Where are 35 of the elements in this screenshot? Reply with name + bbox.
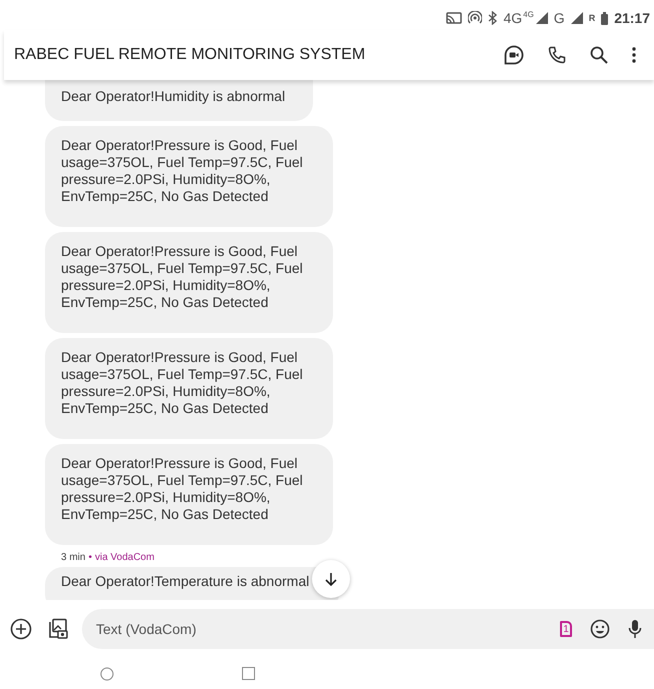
microphone-icon[interactable] [628, 619, 642, 639]
cast-icon [446, 12, 462, 24]
arrow-down-icon [324, 572, 338, 586]
message-bubble: Dear Operator!Pressure is Good, Fuel usage=375OL, Fuel Temp=97.5C, Fuel pressure=2.0PSi, Humidity=8O%, EnvTemp=25C, No Gas Detected [45, 126, 333, 227]
hotspot-icon [468, 11, 482, 25]
bluetooth-icon [488, 11, 498, 25]
emoji-icon[interactable] [590, 619, 610, 639]
scroll-down-button[interactable] [312, 560, 350, 598]
recents-icon[interactable] [242, 667, 255, 680]
signal-icon [570, 12, 583, 24]
video-call-icon[interactable] [504, 45, 524, 65]
add-icon[interactable] [10, 618, 32, 640]
sim-badge[interactable]: 1 [560, 621, 572, 637]
message-time: 3 min [61, 552, 86, 563]
gallery-icon[interactable] [46, 618, 68, 640]
carrier-label: via VodaCom [94, 552, 154, 563]
separator-dot: • [88, 552, 92, 563]
message-bubble: Dear Operator!Pressure is Good, Fuel usage=375OL, Fuel Temp=97.5C, Fuel pressure=2.0PSi, Humidity=8O%, EnvTemp=25C, No Gas Detected [45, 232, 333, 333]
network-type: 4G [503, 10, 522, 26]
phone-icon[interactable] [548, 46, 566, 64]
message-bubble: Dear Operator!Pressure is Good, Fuel usage=375OL, Fuel Temp=97.5C, Fuel pressure=2.0PSi, Humidity=8O%, EnvTemp=25C, No Gas Detected [45, 338, 333, 439]
network-type: G [554, 10, 565, 26]
battery-icon [601, 12, 608, 24]
signal-icon [536, 12, 548, 24]
message-bubble: Dear Operator!Pressure is Good, Fuel usage=375OL, Fuel Temp=97.5C, Fuel pressure=2.0PSi, Humidity=8O%, EnvTemp=25C, No Gas Detected [45, 444, 333, 545]
message-bubble: Dear Operator!Humidity is abnormal [45, 80, 314, 121]
message-bubble: Dear Operator!Temperature is abnormal [45, 567, 340, 600]
clock: 21:17 [614, 10, 650, 26]
home-icon[interactable] [100, 666, 114, 680]
more-options-icon[interactable] [632, 47, 636, 63]
roaming-indicator: R [588, 13, 596, 23]
message-input[interactable]: Text (VodaCom) 1 [82, 609, 654, 649]
search-icon[interactable] [590, 46, 608, 64]
conversation-title: RABEC FUEL REMOTE MONITORING SYSTEM [14, 46, 366, 64]
network-type: 4G [523, 10, 534, 19]
